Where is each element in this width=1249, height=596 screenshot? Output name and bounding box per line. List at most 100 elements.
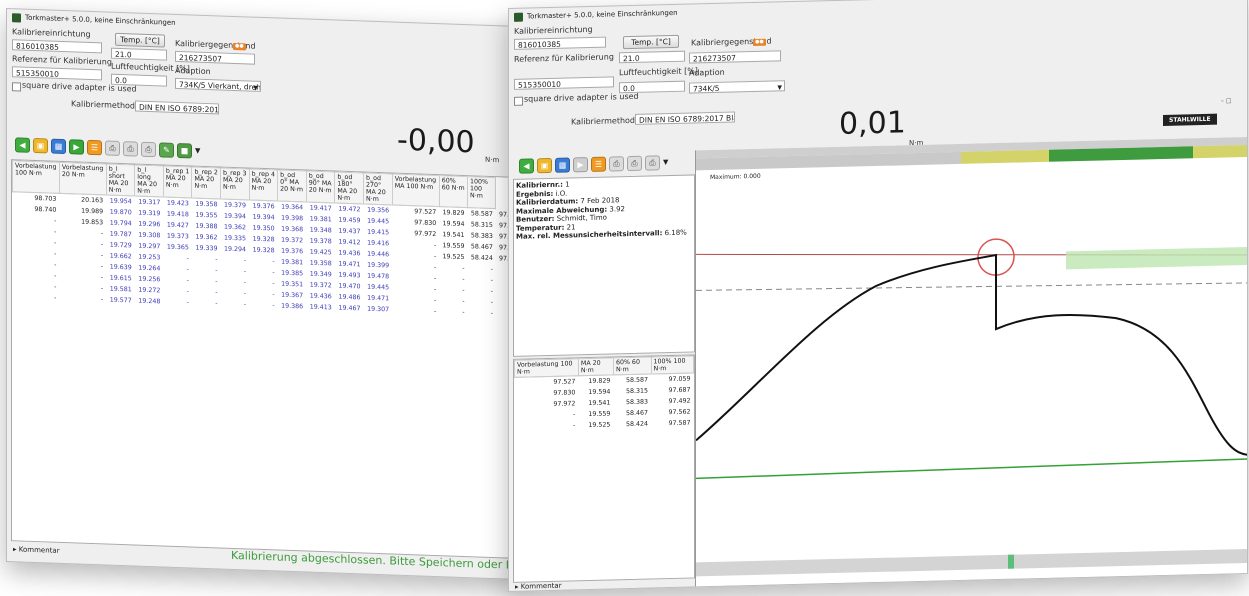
left-kommentar-toggle[interactable]: ▸ Kommentar: [13, 545, 60, 555]
print-preview-icon[interactable]: ⎙: [645, 155, 660, 171]
referenz-field[interactable]: 515350010: [514, 76, 614, 90]
methode-select[interactable]: DIN EN ISO 6789:2017 Blatt 2: [635, 111, 735, 125]
table-cell: -: [186, 299, 189, 307]
column-header[interactable]: Vorbelastung MA 100 N·m: [392, 173, 440, 207]
table-cell: 19.386: [281, 302, 304, 311]
temp-field[interactable]: 21.0: [111, 47, 167, 61]
left-results-table: Vorbelastung 100 N·m Vorbelastung 20 N·m b…: [12, 160, 516, 320]
printer-icon[interactable]: ⎙: [627, 155, 642, 172]
folder-icon[interactable]: ▣: [33, 137, 48, 154]
toolbar-more-icon[interactable]: ▼: [663, 155, 668, 170]
chevron-down-icon: ▼: [253, 84, 258, 92]
torque-reading: -0,00: [397, 122, 475, 161]
column-header[interactable]: b_rep 2 MA 20 N·m: [191, 166, 221, 199]
left-results-table-panel: Vorbelastung 100 N·m Vorbelastung 20 N·m b…: [11, 159, 517, 559]
kalibriereinrichtung-label: Kalibriereinrichtung: [12, 27, 91, 39]
info-value: Schmidt, Timo: [554, 213, 607, 223]
scrollbar-thumb[interactable]: [1008, 554, 1014, 569]
column-header[interactable]: Vorbelastung 100 N·m: [514, 358, 579, 378]
calibration-info: Kalibriernr.: 1 Ergebnis: i.O. Kalibrierda…: [516, 178, 687, 242]
print-icon[interactable]: ⎙: [609, 156, 624, 172]
right-app-window: Torkmaster+ 5.0.0, keine Einschränkungen…: [508, 0, 1248, 592]
window-controls[interactable]: – □: [1221, 97, 1232, 104]
brand-logo: STAHLWILLE: [1163, 113, 1217, 126]
table-cell: 19.317: [138, 198, 161, 207]
list-icon[interactable]: ☰: [87, 139, 102, 156]
save-disk-icon[interactable]: ■: [177, 142, 192, 159]
chevron-down-icon: ▼: [777, 84, 782, 92]
right-kommentar-toggle[interactable]: ▸ Kommentar: [515, 582, 562, 591]
adaption-select[interactable]: 734K/5 Vierkant, drehbar ▼: [175, 77, 261, 92]
column-header[interactable]: Vorbelastung 20 N·m: [59, 162, 107, 195]
column-header[interactable]: b_od 180° MA 20 N·m: [334, 171, 364, 204]
feuchte-field[interactable]: 0.0: [619, 80, 685, 94]
table-cell: 19.423: [166, 199, 189, 208]
toolbar-more-icon[interactable]: ▼: [195, 144, 200, 159]
kalibriereinrichtung-field[interactable]: 816010385: [514, 36, 606, 50]
methode-select[interactable]: DIN EN ISO 6789:2017 Blatt 2: [135, 100, 219, 115]
print-preview-icon[interactable]: ⎙: [141, 141, 156, 158]
column-header[interactable]: b_rep 4 MA 20 N·m: [249, 168, 278, 201]
kalibriereinrichtung-field[interactable]: 816010385: [12, 39, 102, 54]
adaption-select[interactable]: 734K/5 ▼: [689, 80, 785, 94]
column-header[interactable]: b_od 90° MA 20 N·m: [306, 170, 335, 203]
torque-reading: 0,01: [839, 105, 906, 142]
column-header[interactable]: b_l short MA 20 N·m: [106, 163, 135, 196]
folder-icon[interactable]: ▣: [537, 157, 552, 174]
temp-button[interactable]: Temp. [°C]: [623, 34, 679, 50]
table-cell: 19.829: [442, 209, 465, 218]
table-cell: 58.587: [470, 210, 493, 219]
table-cell: 19.559: [588, 410, 611, 419]
temp-button[interactable]: Temp. [°C]: [115, 32, 165, 48]
temp-field[interactable]: 21.0: [619, 50, 685, 64]
play-icon[interactable]: ▶: [573, 157, 588, 173]
column-header[interactable]: b_rep 3 MA 20 N·m: [220, 167, 250, 200]
curve-svg: [696, 238, 1248, 480]
table-cell: -: [272, 302, 275, 310]
column-header[interactable]: b_l long MA 20 N·m: [134, 164, 164, 197]
table-cell: -: [433, 307, 437, 316]
square-drive-checkbox[interactable]: [12, 82, 21, 92]
column-header[interactable]: b_rep 1 MA 20 N·m: [163, 165, 192, 198]
column-header[interactable]: 100% 100 N·m: [651, 355, 694, 375]
feuchte-field[interactable]: 0.0: [111, 73, 167, 87]
save-icon[interactable]: ▦: [51, 138, 66, 155]
info-panel: Kalibriernr.: 1 Ergebnis: i.O. Kalibrierda…: [513, 174, 695, 357]
column-header[interactable]: 60% 60 N·m: [439, 175, 468, 208]
column-header[interactable]: 60% 60 N·m: [613, 357, 652, 375]
save-icon[interactable]: ▦: [555, 157, 570, 173]
back-icon[interactable]: ◀: [519, 158, 534, 174]
adaption-label: Adaption: [175, 65, 211, 77]
table-cell: -: [215, 300, 218, 308]
back-icon[interactable]: ◀: [15, 137, 30, 153]
column-header[interactable]: MA 20 N·m: [578, 357, 614, 376]
table-cell: 19.541: [588, 399, 611, 408]
play-icon[interactable]: ▶: [69, 139, 84, 155]
gegenstand-field[interactable]: 216273507: [175, 50, 255, 65]
status-tag: ●●: [233, 42, 246, 51]
printer-icon[interactable]: ⎙: [123, 141, 138, 157]
gegenstand-field[interactable]: 216273507: [689, 50, 781, 64]
info-value: 21: [564, 222, 576, 232]
kalibriereinrichtung-label: Kalibriereinrichtung: [514, 24, 593, 36]
square-drive-checkbox[interactable]: [514, 96, 523, 106]
column-header[interactable]: b_od 270° MA 20 N·m: [363, 172, 393, 205]
table-cell: 19.307: [367, 305, 390, 314]
column-header[interactable]: Vorbelastung 100 N·m: [12, 160, 60, 194]
table-cell: 19.467: [338, 304, 361, 313]
table-cell: 19.356: [367, 206, 390, 215]
edit-icon[interactable]: ✎: [159, 142, 174, 158]
list-icon[interactable]: ☰: [591, 156, 606, 172]
right-window-title: Torkmaster+ 5.0.0, keine Einschränkungen: [527, 8, 678, 21]
reference-dashed-line: [696, 282, 1248, 291]
column-header[interactable]: 100% 100 N·m: [467, 176, 496, 209]
column-header[interactable]: b_od 0° MA 20 N·m: [277, 169, 307, 202]
right-table-body: 97.527 19.829 58.587 97.059 97.830 19.594 58.3…: [515, 373, 694, 433]
left-app-window: Torkmaster+ 5.0.0, keine Einschränkungen…: [6, 8, 520, 580]
table-cell: 19.379: [224, 201, 247, 210]
print-icon[interactable]: ⎙: [105, 140, 120, 156]
referenz-field[interactable]: 515350010: [12, 66, 102, 81]
table-cell: 19.954: [109, 197, 132, 206]
table-cell: 19.594: [588, 388, 611, 397]
table-cell: 19.248: [138, 297, 161, 306]
